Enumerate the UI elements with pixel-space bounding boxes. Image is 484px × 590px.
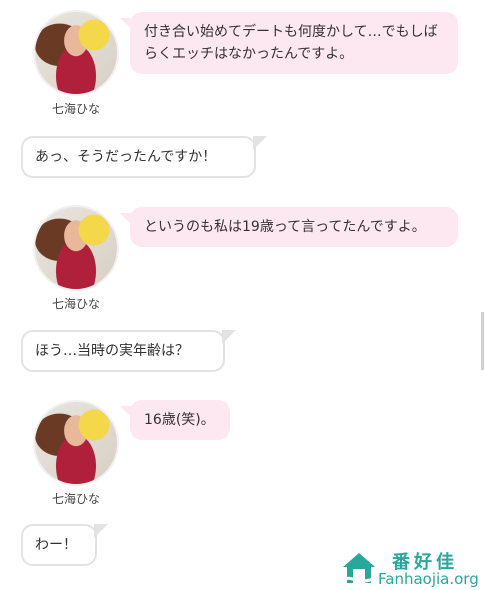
speaker-message-bubble: あっ、そうだったんですか！ 付き合い始めてデートも何度かして…でもしばらくエッチ… [120, 12, 458, 74]
speaker-avatar-block: 七海ひな [31, 205, 121, 312]
message-text: 付き合い始めてデートも何度かして…でもしばらくエッチはなかったんですよ。 [144, 24, 438, 62]
interviewer-message-bubble: あっ、そうだったんですか！ [21, 136, 267, 178]
speaker-avatar-block: 七海ひな [31, 400, 121, 507]
message-text: ほう…当時の実年齢は？ [35, 343, 189, 359]
avatar [33, 400, 119, 486]
speaker-message-bubble: というのも私は19歳って言ってたんですよ。 [120, 207, 458, 247]
speaker-name: 七海ひな [51, 492, 100, 506]
speaker-message-bubble: 16歳(笑)。 [120, 400, 230, 440]
message-text: わー！ [35, 537, 77, 553]
house-logo-icon [342, 553, 376, 583]
watermark-en: Fanhaojia.org [378, 570, 479, 588]
interviewer-message-bubble: ほう…当時の実年齢は？ [21, 330, 236, 372]
speaker-name: 七海ひな [51, 297, 100, 311]
avatar [33, 205, 119, 291]
watermark: 番好佳 Fanhaojia.org [338, 548, 484, 590]
message-text: 16歳(笑)。 [144, 412, 215, 428]
message-text: あっ、そうだったんですか！ [35, 149, 217, 165]
interviewer-message-bubble: わー！ [21, 524, 108, 566]
speaker-avatar-block: 七海ひな [31, 10, 121, 117]
message-text: というのも私は19歳って言ってたんですよ。 [144, 219, 426, 235]
avatar [33, 10, 119, 96]
speaker-name: 七海ひな [51, 102, 100, 116]
